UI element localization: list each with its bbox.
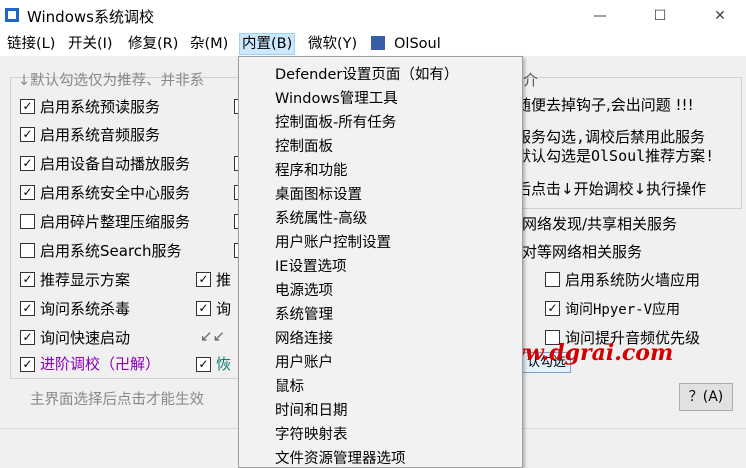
network-discovery-text: 网络发现/共享相关服务 <box>522 215 678 233</box>
status-text: 主界面选择后点击才能生效 <box>30 392 204 408</box>
title-bar: Windows系统调校 — ☐ ✕ <box>0 0 746 32</box>
peer-network-text: 对等网络相关服务 <box>522 243 643 261</box>
label-prefetch: 启用系统预读服务 <box>40 98 161 116</box>
checkbox-faststart[interactable]: ✓ <box>20 330 35 345</box>
help-button[interactable]: ？(A) <box>679 383 733 411</box>
menu-item-charmap[interactable]: 字符映射表 <box>275 423 348 444</box>
maximize-button[interactable]: ☐ <box>640 4 680 28</box>
checkbox-display[interactable]: ✓ <box>20 272 35 287</box>
menu-item-network[interactable]: 网络连接 <box>275 327 333 348</box>
label-advanced: 进阶调校（卍解） <box>40 355 161 373</box>
arrow-icons: ↙↙ <box>200 327 226 345</box>
menu-switches[interactable]: 开关(I) <box>66 34 115 54</box>
label-defrag: 启用碎片整理压缩服务 <box>40 213 191 231</box>
label-faststart: 询问快速启动 <box>40 329 131 347</box>
checkbox-recommend[interactable]: ✓ <box>196 272 211 287</box>
label-display: 推荐显示方案 <box>40 271 131 289</box>
checkbox-audio[interactable]: ✓ <box>20 127 35 142</box>
checkbox-firewall[interactable] <box>545 272 560 287</box>
menu-item-system-manage[interactable]: 系统管理 <box>275 303 333 324</box>
label-restore: 恢 <box>216 355 232 373</box>
menu-item-uac[interactable]: 用户账户控制设置 <box>275 231 391 252</box>
menu-item-mouse[interactable]: 鼠标 <box>275 375 304 396</box>
close-button[interactable]: ✕ <box>700 4 740 28</box>
menu-item-ie-options[interactable]: IE设置选项 <box>275 255 346 276</box>
window-title: Windows系统调校 <box>27 8 154 26</box>
menu-item-date-time[interactable]: 时间和日期 <box>275 399 348 420</box>
checkbox-ask[interactable]: ✓ <box>196 301 211 316</box>
minimize-button[interactable]: — <box>580 4 620 28</box>
menu-item-desktop-icons[interactable]: 桌面图标设置 <box>275 183 362 204</box>
menu-item-admin-tools[interactable]: Windows管理工具 <box>275 87 398 108</box>
label-security: 启用系统安全中心服务 <box>40 184 191 202</box>
label-search: 启用系统Search服务 <box>40 242 182 260</box>
info-line-2: 服务勾选,调校后禁用此服务 <box>516 128 706 146</box>
menu-item-system-advanced[interactable]: 系统属性-高级 <box>275 207 367 228</box>
menu-repair[interactable]: 修复(R) <box>126 34 180 54</box>
builtin-dropdown-menu: Defender设置页面（如有） Windows管理工具 控制面板-所有任务 控… <box>238 56 523 468</box>
menu-builtin[interactable]: 内置(B) <box>239 33 296 55</box>
label-antivirus: 询问系统杀毒 <box>40 300 131 318</box>
menu-links[interactable]: 链接(L) <box>5 34 57 54</box>
label-firewall: 启用系统防火墙应用 <box>565 271 701 289</box>
label-recommend: 推 <box>216 271 232 289</box>
label-hyperv: 询问Hpyer-V应用 <box>565 302 681 318</box>
checkbox-search[interactable] <box>20 243 35 258</box>
hint-text: ↓默认勾选仅为推荐、并非系 <box>18 73 205 89</box>
menu-olsoul[interactable]: OlSoul <box>392 34 443 54</box>
checkbox-hyperv[interactable]: ✓ <box>545 301 560 316</box>
checkbox-antivirus[interactable]: ✓ <box>20 301 35 316</box>
label-ask: 询 <box>216 300 232 318</box>
olsoul-icon <box>371 36 385 50</box>
info-line-4: 后点击↓开始调校↓执行操作 <box>516 180 707 198</box>
menu-item-explorer-options[interactable]: 文件资源管理器选项 <box>275 447 406 468</box>
label-audio: 启用系统音频服务 <box>40 126 161 144</box>
menu-item-all-tasks[interactable]: 控制面板-所有任务 <box>275 111 396 132</box>
menu-microsoft[interactable]: 微软(Y) <box>306 34 359 54</box>
menu-misc[interactable]: 杂(M) <box>188 34 230 54</box>
checkbox-autoplay[interactable]: ✓ <box>20 156 35 171</box>
app-icon <box>5 8 19 22</box>
checkbox-prefetch[interactable]: ✓ <box>20 99 35 114</box>
label-autoplay: 启用设备自动播放服务 <box>40 155 191 173</box>
menu-item-control-panel[interactable]: 控制面板 <box>275 135 333 156</box>
menu-item-power[interactable]: 电源选项 <box>275 279 333 300</box>
info-line-1: 随便去掉钩子,会出问题 !!! <box>516 96 694 114</box>
menu-item-programs[interactable]: 程序和功能 <box>275 159 348 180</box>
menu-item-user-accounts[interactable]: 用户账户 <box>275 351 333 372</box>
checkbox-restore[interactable]: ✓ <box>196 357 211 372</box>
checkbox-security[interactable]: ✓ <box>20 185 35 200</box>
menu-item-defender[interactable]: Defender设置页面（如有） <box>275 63 458 84</box>
checkbox-defrag[interactable] <box>20 214 35 229</box>
checkbox-advanced[interactable]: ✓ <box>20 357 35 372</box>
info-line-3: 默认勾选是OlSoul推荐方案! <box>516 147 715 165</box>
